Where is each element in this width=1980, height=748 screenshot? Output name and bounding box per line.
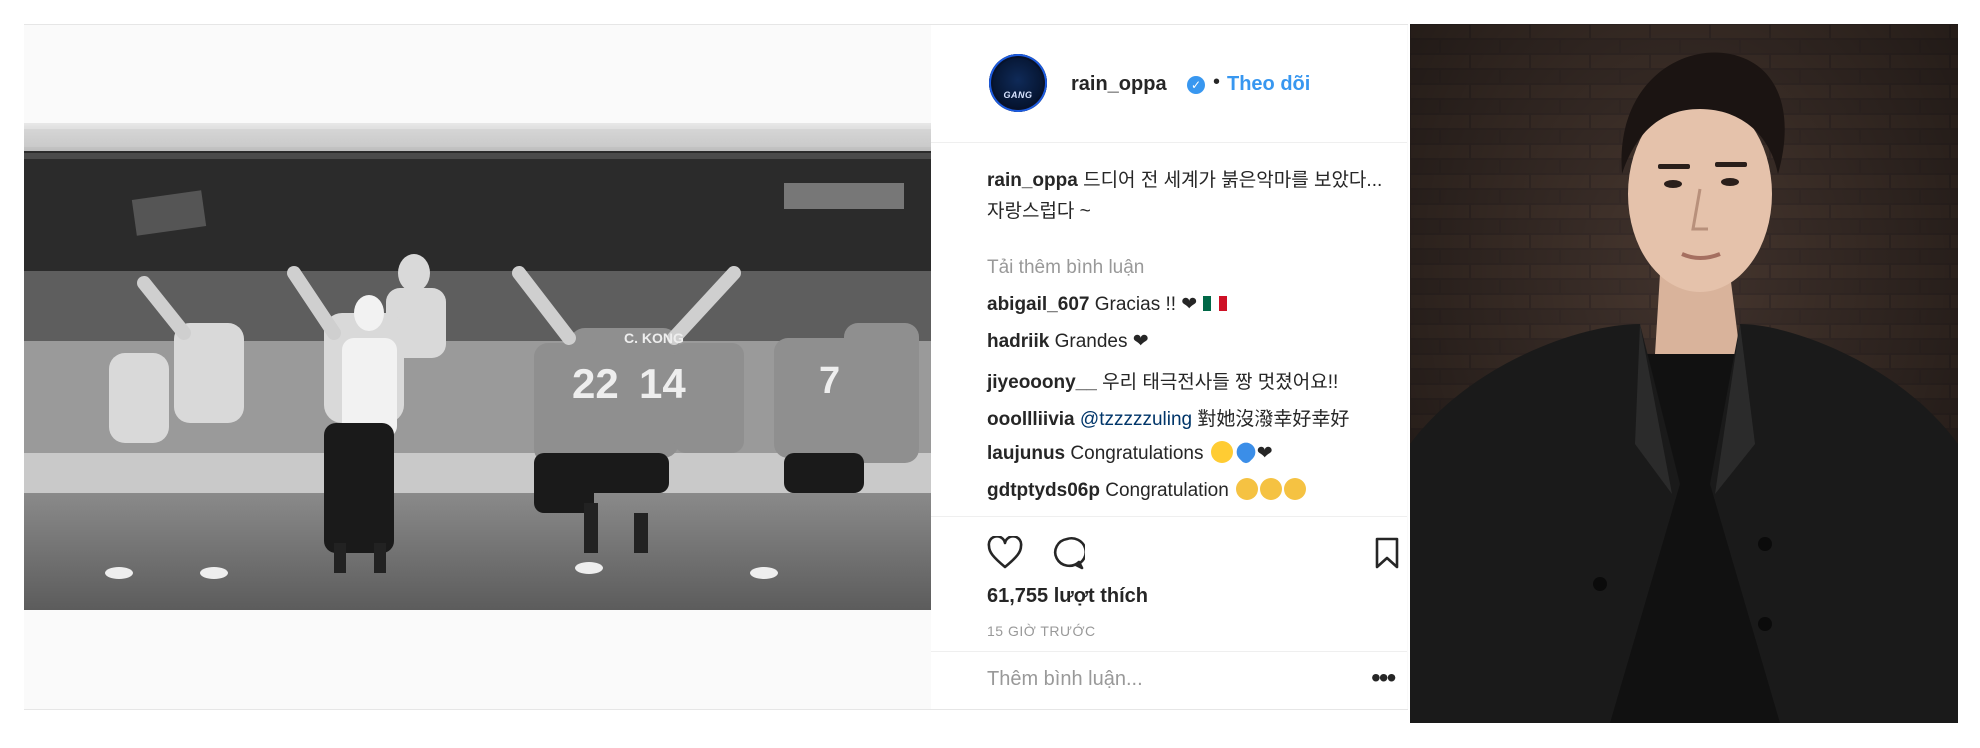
comment-username[interactable]: jiyeooony__ bbox=[987, 372, 1097, 393]
portrait-illustration bbox=[1410, 24, 1958, 723]
comment-text: Congratulation bbox=[1105, 480, 1229, 501]
add-comment-input[interactable] bbox=[987, 668, 1367, 691]
heart-eyes-emoji-icon bbox=[1210, 441, 1233, 463]
verified-badge-icon: ✓ bbox=[1187, 76, 1205, 94]
add-comment-bar: ••• bbox=[931, 651, 1407, 708]
likes-count[interactable]: 61,755 lượt thích bbox=[987, 585, 1148, 608]
heart-icon[interactable] bbox=[987, 536, 1023, 570]
post-caption: rain_oppa 드디어 전 세계가 붉은악마를 보았다... 자랑스럽다 ~ bbox=[987, 165, 1397, 227]
comment-text: Congratulations bbox=[1070, 443, 1204, 464]
separator-dot: • bbox=[1213, 71, 1221, 93]
blue-heart-icon bbox=[1232, 438, 1260, 466]
comment-text: 對她沒潑幸好幸好 bbox=[1197, 409, 1350, 430]
comment-mention-link[interactable]: @tzzzzzuling bbox=[1080, 409, 1192, 430]
caption-username[interactable]: rain_oppa bbox=[987, 170, 1078, 191]
clapping-hands-icon bbox=[1260, 478, 1283, 500]
comment-bubble-icon[interactable] bbox=[1049, 536, 1085, 570]
post-photo[interactable]: 22 14 C. KONG 7 bbox=[24, 123, 931, 610]
comment-item: hadriik Grandes ❤ bbox=[987, 330, 1149, 353]
more-options-icon[interactable]: ••• bbox=[1371, 662, 1396, 694]
clapping-hands-icon bbox=[1284, 478, 1307, 500]
comment-text: 우리 태극전사들 짱 멋졌어요!! bbox=[1102, 372, 1339, 393]
instagram-post: 22 14 C. KONG 7 GANG rain_oppa ✓ • Theo … bbox=[24, 24, 1408, 710]
jersey-number-14: 14 bbox=[639, 360, 686, 407]
comment-username[interactable]: hadriik bbox=[987, 331, 1049, 352]
post-actions: 61,755 lượt thích 15 GIỜ TRƯỚC ••• bbox=[931, 516, 1407, 707]
post-media-area: 22 14 C. KONG 7 bbox=[24, 25, 931, 709]
portrait-photo bbox=[1410, 24, 1958, 723]
comment-item: abigail_607 Gracias !! ❤ bbox=[987, 293, 1227, 316]
post-timestamp: 15 GIỜ TRƯỚC bbox=[987, 623, 1096, 639]
jersey-number-22: 22 bbox=[572, 360, 619, 407]
avatar[interactable]: GANG bbox=[989, 54, 1047, 112]
comment-username[interactable]: ooollliivia bbox=[987, 409, 1075, 430]
comment-item: gdtptyds06p Congratulation bbox=[987, 478, 1307, 502]
follow-button[interactable]: Theo dõi bbox=[1227, 73, 1310, 96]
comment-text: Grandes ❤ bbox=[1054, 331, 1149, 352]
mexico-flag-icon bbox=[1202, 296, 1227, 311]
comment-text: Gracias !! ❤ bbox=[1094, 294, 1198, 315]
post-sidebar: GANG rain_oppa ✓ • Theo dõi rain_oppa 드디… bbox=[931, 25, 1407, 709]
comment-username[interactable]: gdtptyds06p bbox=[987, 480, 1100, 501]
author-username[interactable]: rain_oppa bbox=[1071, 73, 1167, 96]
comment-item: laujunus Congratulations ❤ bbox=[987, 438, 1273, 466]
jersey-name: C. KONG bbox=[624, 330, 684, 346]
black-heart-icon: ❤ bbox=[1256, 443, 1273, 464]
clapping-hands-icon bbox=[1236, 478, 1259, 500]
comment-item: jiyeooony__ 우리 태극전사들 짱 멋졌어요!! bbox=[987, 367, 1338, 394]
load-more-comments-link[interactable]: Tải thêm bình luận bbox=[987, 257, 1144, 279]
comment-username[interactable]: abigail_607 bbox=[987, 294, 1089, 315]
post-header: GANG rain_oppa ✓ • Theo dõi bbox=[931, 25, 1407, 143]
comment-username[interactable]: laujunus bbox=[987, 443, 1065, 464]
comment-item: ooollliivia @tzzzzzuling 對她沒潑幸好幸好 bbox=[987, 404, 1349, 431]
bookmark-icon[interactable] bbox=[1373, 536, 1401, 570]
avatar-logo-text: GANG bbox=[1003, 90, 1033, 100]
celebration-photo-illustration: 22 14 C. KONG 7 bbox=[24, 123, 931, 610]
jersey-number-7: 7 bbox=[819, 360, 840, 402]
